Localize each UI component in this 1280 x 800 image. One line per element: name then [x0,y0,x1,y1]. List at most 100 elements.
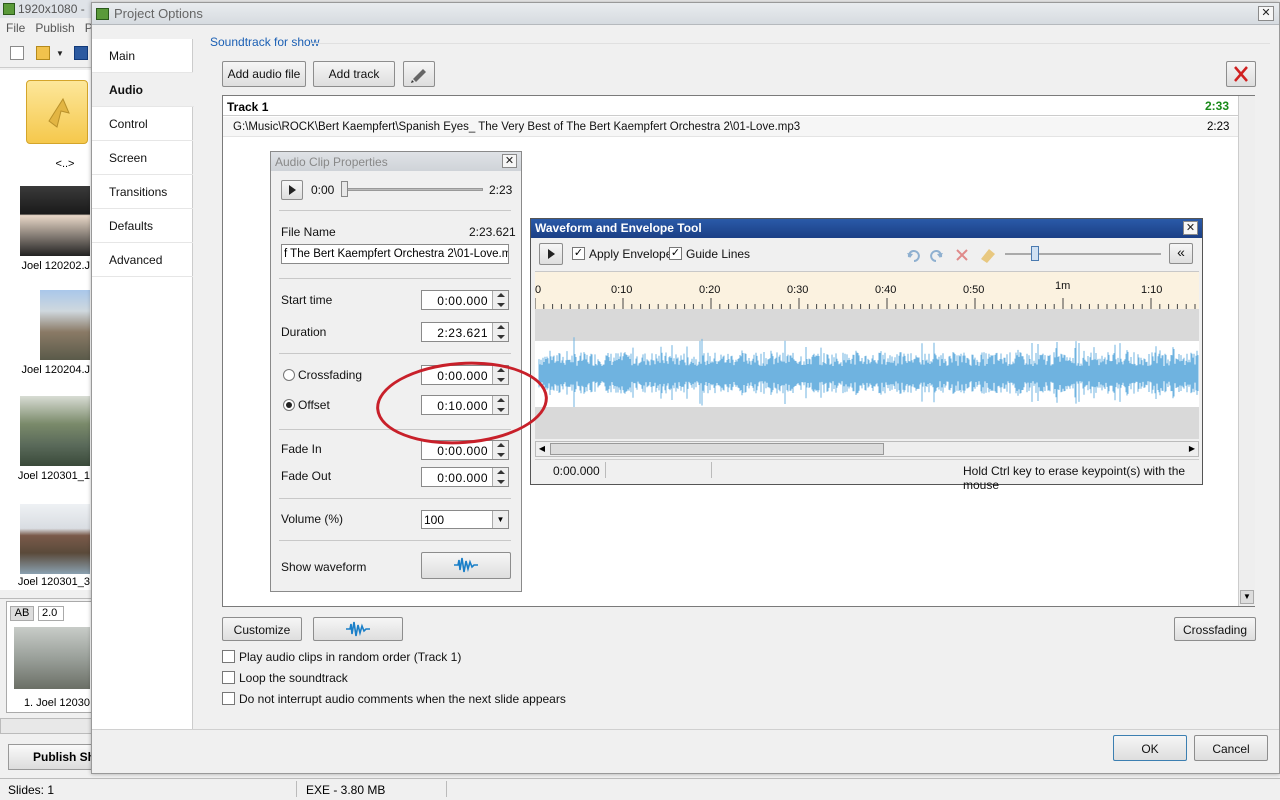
acp-title: Audio Clip Properties [275,155,388,169]
add-audio-file-button[interactable]: Add audio file [222,61,306,87]
volume-label: Volume (%) [281,512,344,526]
status-separator [605,462,606,478]
spinner-arrows-icon[interactable] [492,323,508,341]
thumbnail-image[interactable] [20,396,90,466]
file-path: G:\Music\ROCK\Bert Kaempfert\Spanish Eye… [233,121,801,133]
waveform-scrollbar[interactable]: ◀ ▶ [535,441,1199,457]
menu-publish[interactable]: Publish [35,21,74,35]
dialog-titlebar: Project Options ✕ [92,3,1279,25]
fade-out-spinner[interactable]: 0:00.000 [421,467,509,487]
collapse-button[interactable]: « [1169,243,1193,264]
menu-file[interactable]: File [6,21,25,35]
open-folder-icon[interactable] [36,46,50,60]
waveform-canvas[interactable] [535,309,1199,439]
delete-icon[interactable] [956,249,968,261]
slide-thumbnail[interactable] [14,627,90,689]
close-icon[interactable]: ✕ [502,154,517,168]
nav-main[interactable]: Main [92,39,193,73]
track-scrollbar[interactable]: ▼ [1238,96,1255,606]
guide-lines-checkbox[interactable]: ✓ [669,247,682,260]
player-slider-thumb[interactable] [341,181,348,197]
loop-soundtrack-label: Loop the soundtrack [239,671,348,685]
waveform-button[interactable] [313,617,403,641]
ruler-tick: 1:10 [1141,284,1163,296]
divider [279,278,511,279]
file-duration: 2:23 [1207,121,1230,133]
nav-defaults[interactable]: Defaults [92,209,193,243]
ruler-tick: 0:10 [611,284,633,296]
no-interrupt-checkbox[interactable] [222,692,235,705]
ok-button[interactable]: OK [1113,735,1187,761]
divider [279,498,511,499]
ruler-tick: 0:30 [787,284,809,296]
play-icon [289,185,296,195]
slide-duration[interactable]: 2.0 [38,606,64,621]
scroll-left-icon[interactable]: ◀ [536,442,548,456]
erase-hint: Hold Ctrl key to erase keypoint(s) with … [963,464,1186,492]
spinner-arrows-icon[interactable] [492,441,508,459]
crossfading-button[interactable]: Crossfading [1174,617,1256,641]
customize-button[interactable]: Customize [222,617,302,641]
track-header[interactable]: Track 1 2:33 [223,96,1238,116]
track-duration: 2:33 [1205,99,1230,113]
close-icon[interactable]: ✕ [1183,221,1198,235]
options-nav: Main Audio Control Screen Transitions De… [92,39,194,729]
random-order-checkbox[interactable] [222,650,235,663]
volume-select[interactable]: 100 ▼ [421,510,509,529]
nav-audio[interactable]: Audio [92,73,194,107]
spinner-arrows-icon[interactable] [492,291,508,309]
loop-soundtrack-checkbox[interactable] [222,671,235,684]
show-waveform-button[interactable] [421,552,511,579]
nav-screen[interactable]: Screen [92,141,193,175]
strip-scrollbar[interactable] [0,718,92,734]
nav-control[interactable]: Control [92,107,193,141]
zoom-slider-thumb[interactable] [1031,246,1039,261]
nav-transitions[interactable]: Transitions [92,175,193,209]
thumbnail-image[interactable] [20,186,90,256]
play-button[interactable] [281,180,303,200]
transition-badge[interactable]: AB [10,606,34,621]
spinner-arrows-icon[interactable] [492,468,508,486]
edit-tool-button[interactable] [403,61,435,87]
cancel-button[interactable]: Cancel [1194,735,1268,761]
undo-icon[interactable] [907,250,920,262]
file-name-input[interactable]: f The Bert Kaempfert Orchestra 2\01-Love… [281,244,509,264]
add-track-button[interactable]: Add track [313,61,395,87]
crossfading-radio[interactable] [283,369,295,381]
new-file-icon[interactable] [10,46,24,60]
slide-label: 1. Joel 12030 [23,697,90,709]
redo-icon[interactable] [930,250,943,262]
scroll-down-icon[interactable]: ▼ [1240,590,1254,604]
start-time-spinner[interactable]: 0:00.000 [421,290,509,310]
thumbnail-image[interactable] [20,504,90,574]
player-track[interactable] [343,188,483,191]
delete-button[interactable] [1226,61,1256,87]
chevron-down-icon[interactable]: ▼ [492,511,508,528]
zoom-track[interactable] [1005,253,1161,255]
scroll-right-icon[interactable]: ▶ [1186,442,1198,456]
save-icon[interactable] [74,46,88,60]
apply-envelope-checkbox[interactable]: ✓ [572,247,585,260]
scroll-thumb[interactable] [550,443,884,455]
offset-radio[interactable] [283,399,295,411]
track-file-row[interactable]: G:\Music\ROCK\Bert Kaempfert\Spanish Eye… [223,117,1238,137]
ruler-tick: 0 [535,284,542,296]
thumbnail-image[interactable] [40,290,90,360]
file-name-label: File Name [281,225,336,239]
slide-strip: AB 2.0 1. Joel 12030 [0,598,92,718]
background-menubar: FilePublishPr [0,19,92,37]
status-bar: Slides: 1 EXE - 3.80 MB [0,778,1280,800]
play-button[interactable] [539,243,563,265]
publish-button[interactable]: Publish Sh [8,744,92,770]
waveform-icon [346,621,370,637]
chevron-down-icon[interactable]: ▼ [56,46,64,60]
nav-advanced[interactable]: Advanced [92,243,193,277]
close-dialog-button[interactable]: ✕ [1258,6,1274,21]
eraser-icon[interactable] [981,249,995,263]
no-interrupt-label: Do not interrupt audio comments when the… [239,692,566,706]
divider [279,210,511,211]
folder-up-icon[interactable] [26,80,88,144]
thumbnail-label: Joel 120301_1 [17,470,90,482]
duration-spinner[interactable]: 2:23.621 [421,322,509,342]
time-ruler[interactable]: 0 0:10 0:20 0:30 0:40 0:50 1m 1:10 [535,271,1199,310]
